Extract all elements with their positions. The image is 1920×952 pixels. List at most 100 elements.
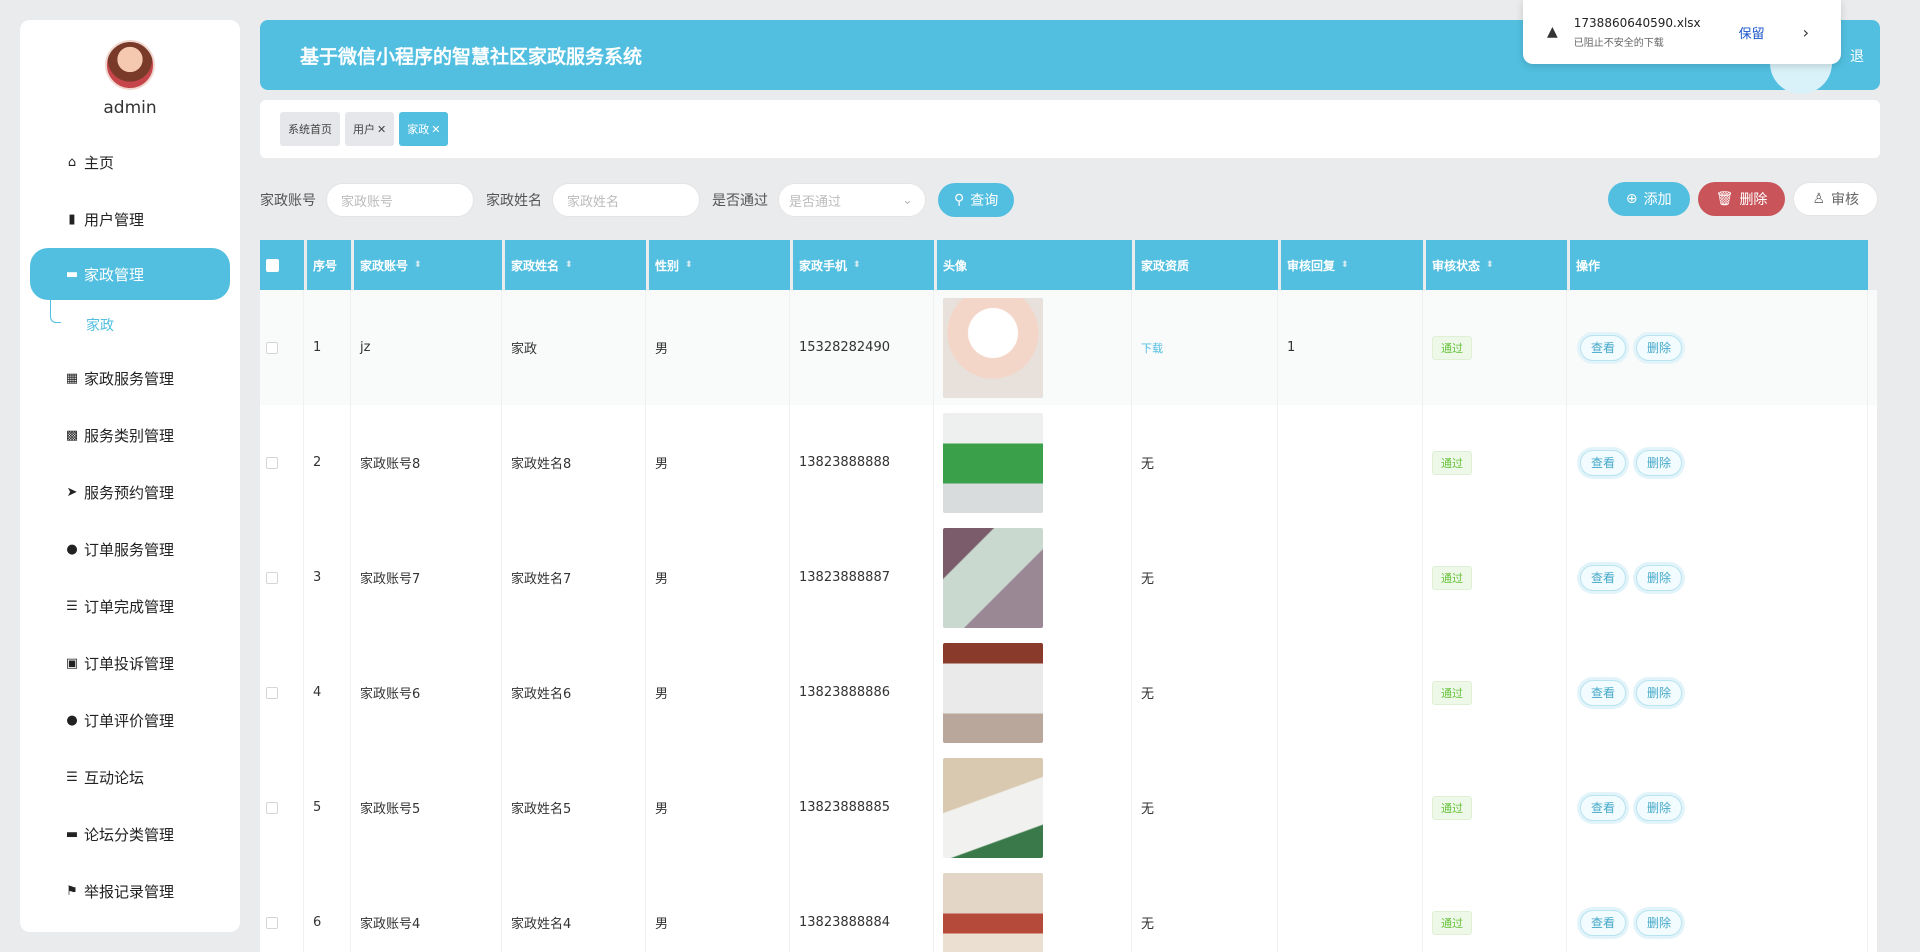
row-checkbox-cell[interactable] (260, 290, 304, 405)
sidebar-item-category[interactable]: ▩ 服务类别管理 (20, 407, 240, 464)
row-delete-button[interactable]: 删除 (1636, 679, 1683, 706)
sidebar-item-label: 服务预约管理 (84, 484, 175, 502)
col-name[interactable]: 家政姓名 ⬍ (505, 240, 646, 290)
sort-icon[interactable]: ⬍ (853, 260, 861, 270)
row-checkbox-cell[interactable] (260, 635, 304, 750)
avatar-photo[interactable] (943, 757, 1043, 858)
checkbox[interactable] (266, 341, 278, 354)
view-button[interactable]: 查看 (1580, 794, 1627, 821)
toolbar-actions: ⊕ 添加 🗑 删除 ♙ 审核 (1607, 182, 1878, 216)
checkbox[interactable] (266, 916, 278, 929)
col-photo: 头像 (937, 240, 1132, 290)
row-checkbox-cell[interactable] (260, 405, 304, 520)
col-account[interactable]: 家政账号 ⬍ (354, 240, 502, 290)
table-row[interactable]: 2 家政账号8 家政姓名8 男 13823888888 无 通过 查看 删除 (260, 405, 1877, 520)
row-checkbox-cell[interactable] (260, 520, 304, 635)
col-status[interactable]: 审核状态 ⬍ (1426, 240, 1567, 290)
table-row[interactable]: 5 家政账号5 家政姓名5 男 13823888885 无 通过 查看 删除 (260, 750, 1877, 865)
sidebar-item-home[interactable]: ⌂ 主页 (20, 134, 240, 191)
sidebar-item-booking[interactable]: ➤ 服务预约管理 (20, 464, 240, 521)
view-button[interactable]: 查看 (1580, 334, 1627, 361)
checkbox[interactable] (266, 258, 279, 272)
table-row[interactable]: 6 家政账号4 家政姓名4 男 13823888884 无 通过 查看 删除 (260, 865, 1877, 952)
cell-status: 通过 (1426, 865, 1567, 952)
checkbox[interactable] (266, 456, 278, 469)
logout-link[interactable]: 退 (1850, 46, 1864, 66)
plus-circle-icon: ⊕ (1625, 191, 1638, 207)
name-input[interactable]: 家政姓名 (552, 183, 700, 217)
view-button[interactable]: 查看 (1580, 679, 1627, 706)
sort-icon[interactable]: ⬍ (565, 260, 573, 270)
grid-icon: ▦ (65, 371, 79, 386)
tag-label: 系统首页 (288, 123, 332, 136)
cell-phone: 13823888885 (793, 750, 934, 865)
tag-housekeeping[interactable]: 家政 ✕ (399, 112, 449, 146)
sidebar-item-service[interactable]: ▦ 家政服务管理 (20, 350, 240, 407)
row-delete-button[interactable]: 删除 (1636, 449, 1683, 476)
col-phone[interactable]: 家政手机 ⬍ (793, 240, 934, 290)
col-reply[interactable]: 审核回复 ⬍ (1281, 240, 1423, 290)
sidebar-item-forum[interactable]: ☰ 互动论坛 (20, 749, 240, 806)
cell-phone: 13823888886 (793, 635, 934, 750)
sidebar-subitem-housekeeping[interactable]: 家政 (20, 298, 240, 350)
view-button[interactable]: 查看 (1580, 449, 1627, 476)
view-button[interactable]: 查看 (1580, 564, 1627, 591)
sort-icon[interactable]: ⬍ (1486, 260, 1494, 270)
sidebar-item-complaint[interactable]: ▣ 订单投诉管理 (20, 635, 240, 692)
pass-select[interactable]: 是否通过 ⌄ (778, 183, 926, 217)
download-link[interactable]: 下载 (1141, 340, 1163, 356)
sidebar-item-label: 订单服务管理 (84, 541, 175, 559)
keep-button[interactable]: 保留 (1739, 23, 1765, 42)
sort-icon[interactable]: ⬍ (1341, 260, 1349, 270)
row-delete-button[interactable]: 删除 (1636, 794, 1683, 821)
row-checkbox-cell[interactable] (260, 750, 304, 865)
delete-button[interactable]: 🗑 删除 (1697, 182, 1786, 216)
qualification-text: 无 (1141, 917, 1155, 932)
row-delete-button[interactable]: 删除 (1636, 334, 1683, 361)
col-label: 家政资质 (1141, 258, 1190, 273)
table-row[interactable]: 3 家政账号7 家政姓名7 男 13823888887 无 通过 查看 删除 (260, 520, 1877, 635)
close-icon[interactable]: ✕ (431, 123, 440, 136)
cell-qualification[interactable]: 下载 (1135, 290, 1278, 405)
cell-qualification: 无 (1135, 520, 1278, 635)
search-bar: 家政账号 家政账号 家政姓名 家政姓名 是否通过 是否通过 ⌄ ⚲ 查询 (260, 182, 1015, 218)
avatar-photo[interactable] (943, 412, 1043, 513)
chevron-right-icon[interactable]: › (1803, 23, 1809, 42)
add-button[interactable]: ⊕ 添加 (1607, 182, 1690, 216)
search-button[interactable]: ⚲ 查询 (938, 183, 1015, 217)
table-row[interactable]: 1 jz 家政男 15328282490 下载 1 通过 查看 删除 (260, 290, 1877, 405)
sidebar-item-housekeeping[interactable]: ▬ 家政管理 (30, 248, 230, 300)
sidebar-item-forum-category[interactable]: ▬ 论坛分类管理 (20, 806, 240, 863)
sort-icon[interactable]: ⬍ (685, 260, 693, 270)
col-gender[interactable]: 性别 ⬍ (649, 240, 790, 290)
avatar[interactable] (105, 40, 155, 90)
avatar-photo[interactable] (943, 642, 1043, 743)
account-input[interactable]: 家政账号 (326, 183, 474, 217)
sort-icon[interactable]: ⬍ (414, 260, 422, 270)
select-all-checkbox[interactable] (260, 240, 304, 290)
checkbox[interactable] (266, 686, 278, 699)
table-row[interactable]: 4 家政账号6 家政姓名6 男 13823888886 无 通过 查看 删除 (260, 635, 1877, 750)
close-icon[interactable]: ✕ (377, 123, 386, 136)
sidebar-item-review[interactable]: ● 订单评价管理 (20, 692, 240, 749)
row-delete-button[interactable]: 删除 (1636, 909, 1683, 936)
checkbox[interactable] (266, 801, 278, 814)
avatar-photo[interactable] (943, 872, 1043, 952)
avatar-photo[interactable] (943, 297, 1043, 398)
checkbox[interactable] (266, 571, 278, 584)
row-delete-button[interactable]: 删除 (1636, 564, 1683, 591)
row-checkbox-cell[interactable] (260, 865, 304, 952)
tag-user[interactable]: 用户 ✕ (345, 112, 395, 146)
audit-button[interactable]: ♙ 审核 (1793, 182, 1878, 216)
tag-home[interactable]: 系统首页 (280, 112, 340, 146)
cell-photo (937, 635, 1132, 750)
avatar-photo[interactable] (943, 527, 1043, 628)
sidebar-item-order-done[interactable]: ☰ 订单完成管理 (20, 578, 240, 635)
cell-gender: 男 (649, 405, 790, 520)
sidebar-item-report[interactable]: ⚑ 举报记录管理 (20, 863, 240, 920)
view-button[interactable]: 查看 (1580, 909, 1627, 936)
sidebar-item-order-service[interactable]: ● 订单服务管理 (20, 521, 240, 578)
qualification-text: 无 (1141, 687, 1155, 702)
sidebar-item-users[interactable]: ▮ 用户管理 (20, 191, 240, 248)
cell-photo (937, 405, 1132, 520)
